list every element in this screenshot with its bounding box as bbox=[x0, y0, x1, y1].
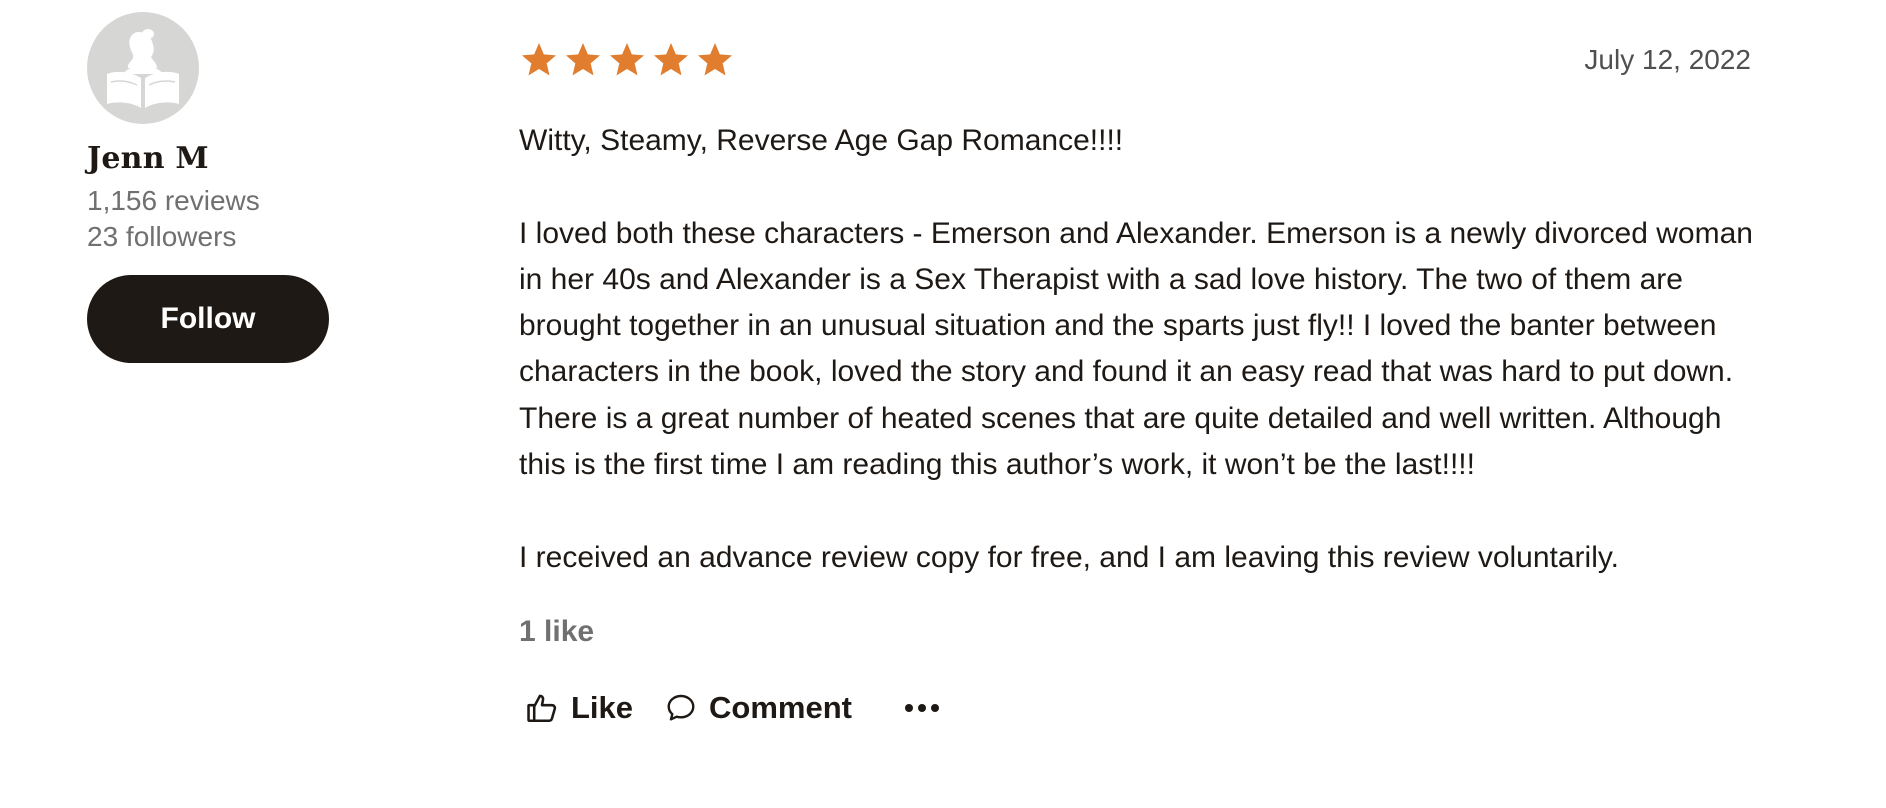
star-icon bbox=[563, 40, 603, 80]
like-button[interactable]: Like bbox=[525, 690, 633, 726]
speech-bubble-icon bbox=[665, 692, 697, 724]
more-dots-icon bbox=[904, 702, 940, 714]
star-icon bbox=[607, 40, 647, 80]
review-actions: Like Comment bbox=[519, 687, 1755, 729]
star-icon bbox=[651, 40, 691, 80]
avatar[interactable] bbox=[87, 12, 199, 124]
review-paragraph-body: I loved both these characters - Emerson … bbox=[519, 216, 1753, 482]
review-paragraph-title: Witty, Steamy, Reverse Age Gap Romance!!… bbox=[519, 124, 1124, 157]
reviewer-review-count: 1,156 reviews bbox=[87, 185, 260, 216]
thumbs-up-icon bbox=[525, 691, 559, 725]
more-options-button[interactable] bbox=[904, 702, 940, 714]
star-icon bbox=[519, 40, 559, 80]
comment-button[interactable]: Comment bbox=[665, 690, 852, 726]
review-date[interactable]: July 12, 2022 bbox=[1584, 44, 1751, 76]
review-card: July 12, 2022 Witty, Steamy, Reverse Age… bbox=[519, 36, 1755, 729]
like-label: Like bbox=[571, 689, 634, 725]
review-header: July 12, 2022 bbox=[519, 36, 1755, 84]
comment-label: Comment bbox=[709, 689, 852, 725]
reviewer-name[interactable]: Jenn M bbox=[87, 141, 387, 177]
reviewer-profile: Jenn M 1,156 reviews 23 followers Follow bbox=[87, 12, 387, 363]
star-rating bbox=[519, 36, 1755, 84]
reviewer-follower-count: 23 followers bbox=[87, 221, 237, 252]
reader-silhouette-icon bbox=[107, 29, 179, 108]
follow-button[interactable]: Follow bbox=[87, 275, 329, 363]
review-paragraph-disclaimer: I received an advance review copy for fr… bbox=[519, 540, 1619, 574]
likes-count[interactable]: 1 like bbox=[519, 615, 1755, 649]
review-text: Witty, Steamy, Reverse Age Gap Romance!!… bbox=[519, 118, 1755, 581]
star-icon bbox=[695, 40, 735, 80]
